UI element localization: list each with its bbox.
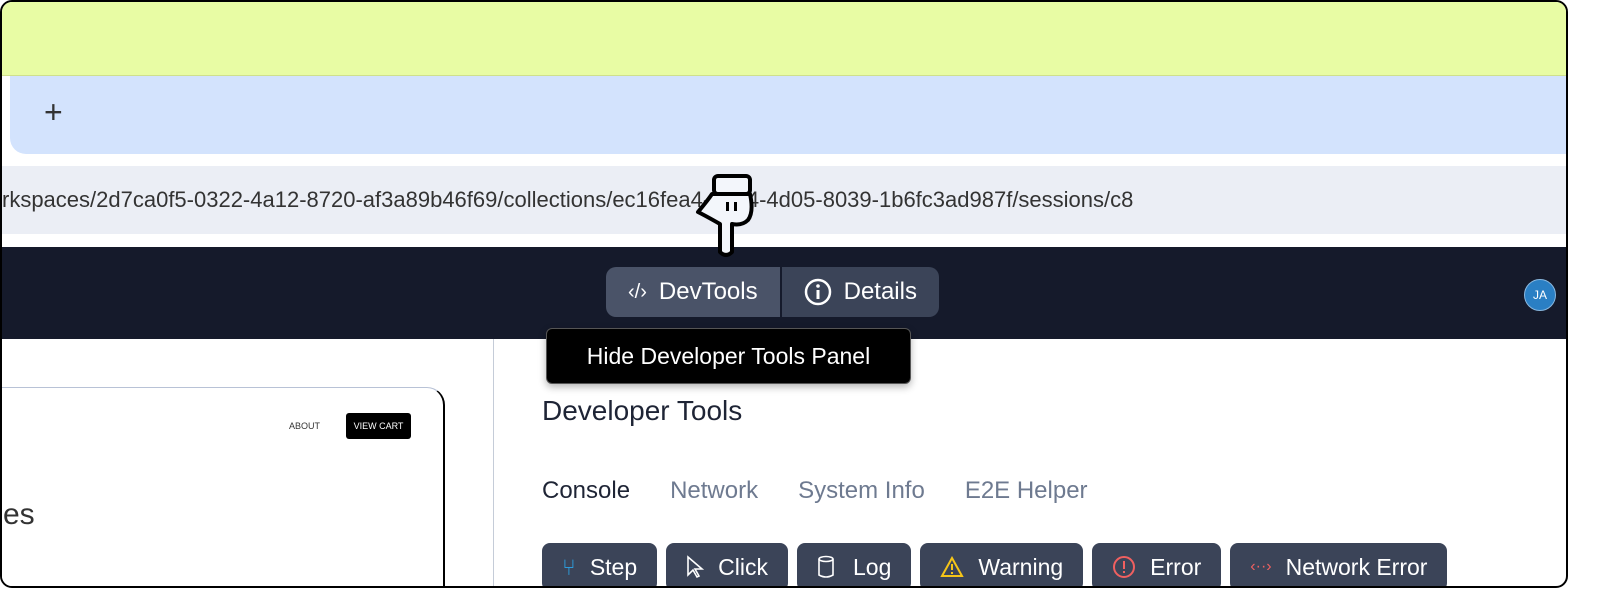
tooltip: Hide Developer Tools Panel (546, 328, 911, 384)
preview-heading: es (3, 498, 35, 531)
code-icon: ‹/› (628, 280, 647, 303)
devtools-button[interactable]: ‹/› DevTools (606, 267, 782, 317)
hand-pointer-cursor-icon (696, 174, 754, 257)
filter-error[interactable]: Error (1092, 543, 1222, 586)
filter-click[interactable]: Click (666, 543, 788, 586)
app-navbar: ‹/› DevTools Details JA (2, 247, 1566, 339)
tab-system-info[interactable]: System Info (798, 477, 925, 505)
log-icon (818, 555, 834, 578)
view-toggle: ‹/› DevTools Details (606, 267, 939, 317)
step-icon: ⑂ (562, 553, 576, 580)
new-tab-button[interactable]: + (44, 94, 63, 131)
site-preview: ABOUT VIEW CART es (2, 387, 445, 586)
error-icon (1113, 556, 1136, 578)
view-cart-button[interactable]: VIEW CART (346, 413, 411, 439)
about-link[interactable]: ABOUT (289, 421, 320, 431)
tab-network[interactable]: Network (670, 477, 758, 505)
console-filters: ⑂ Step Click Log Warning Error ‹··› Networ… (542, 543, 1448, 586)
warning-icon (940, 556, 965, 577)
filter-warning[interactable]: Warning (920, 543, 1084, 586)
tab-console[interactable]: Console (542, 477, 630, 505)
devtools-tabs: Console Network System Info E2E Helper (542, 477, 1088, 505)
details-button[interactable]: Details (781, 267, 939, 317)
filter-log[interactable]: Log (796, 543, 912, 586)
avatar[interactable]: JA (1524, 279, 1556, 311)
window-top-band (2, 2, 1566, 76)
network-error-icon: ‹··› (1250, 558, 1272, 575)
filter-network-error[interactable]: ‹··› Network Error (1230, 543, 1448, 586)
info-icon (804, 278, 831, 306)
pointer-icon (687, 555, 705, 579)
preview-pane: ABOUT VIEW CART es (2, 339, 494, 586)
browser-window: + rkspaces/2d7ca0f5-0322-4a12-8720-af3a8… (0, 0, 1568, 588)
address-bar[interactable]: rkspaces/2d7ca0f5-0322-4a12-8720-af3a89b… (2, 166, 1566, 234)
tab-e2e-helper[interactable]: E2E Helper (965, 477, 1088, 505)
filter-step[interactable]: ⑂ Step (542, 543, 658, 586)
devtools-title: Developer Tools (542, 395, 743, 426)
tab-strip: + (2, 76, 1566, 166)
